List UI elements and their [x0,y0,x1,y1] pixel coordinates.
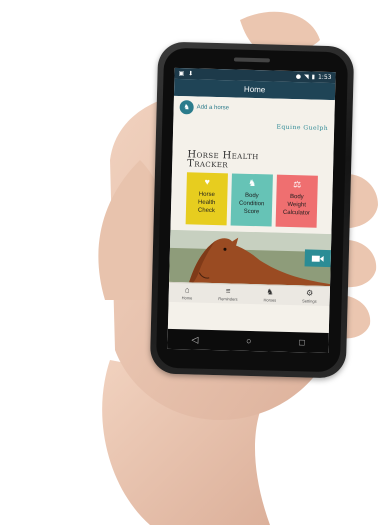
add-horse-label: Add a horse [196,104,230,112]
nav-label: Home [181,294,193,300]
app-screen: ▣ ⬇ ● ◥ ▮ 1:53 Home ♞ Add a horse Equine… [167,67,336,354]
nav-label: Settings [302,297,317,304]
tile-body-weight-calculator[interactable]: ⚖ Body Weight Calculator [275,174,318,228]
nav-settings[interactable]: ⚙ Settings [302,287,317,304]
page-title: Horse Health Tracker [187,149,259,170]
location-icon: ● [295,72,302,80]
nav-horses[interactable]: ♞ Horses [263,286,277,303]
horse-icon: ♞ [179,100,194,115]
tile-label: Check [197,207,216,215]
reminders-icon: ≡ [225,285,231,295]
recents-icon[interactable]: □ [299,337,305,347]
battery-icon: ▮ [311,73,316,81]
home-icon: ⌂ [184,284,190,294]
home-content: ♞ Add a horse Equine Guelph Horse Health… [167,95,335,334]
tile-body-condition-score[interactable]: ♞ Body Condition Score [230,173,273,227]
status-time: 1:53 [317,73,332,82]
phone-device: ▣ ⬇ ● ◥ ▮ 1:53 Home ♞ Add a horse Equine… [149,41,355,379]
app-bar-title: Home [243,84,266,95]
nav-label: Reminders [218,295,238,302]
tile-label: Calculator [282,209,311,217]
settings-icon: ⚙ [305,287,314,298]
horse-icon: ♞ [266,286,274,297]
notification-icon: ▣ [178,69,185,77]
nav-home[interactable]: ⌂ Home [181,284,193,300]
scale-icon: ⚖ [293,179,302,190]
heart-icon: ♥ [204,176,211,187]
back-icon[interactable]: ◁ [191,334,198,345]
system-navigation-bar: ◁ ○ □ [167,328,329,354]
video-camera-icon [311,255,324,262]
download-icon: ⬇ [188,69,194,77]
wifi-icon: ◥ [304,72,309,80]
video-button[interactable] [304,249,331,268]
nav-reminders[interactable]: ≡ Reminders [218,285,238,302]
tile-horse-health-check[interactable]: ♥ Horse Health Check [185,172,228,226]
nav-label: Horses [263,296,277,303]
add-horse-button[interactable]: ♞ Add a horse [179,100,229,115]
home-circle-icon[interactable]: ○ [246,336,252,346]
brand-label: Equine Guelph [276,123,329,132]
bottom-nav: ⌂ Home ≡ Reminders ♞ Horses ⚙ Settings [168,281,331,307]
feature-tiles: ♥ Horse Health Check ♞ Body Condition Sc… [185,172,318,228]
tile-label: Score [243,208,260,216]
horse-icon: ♞ [248,177,257,189]
